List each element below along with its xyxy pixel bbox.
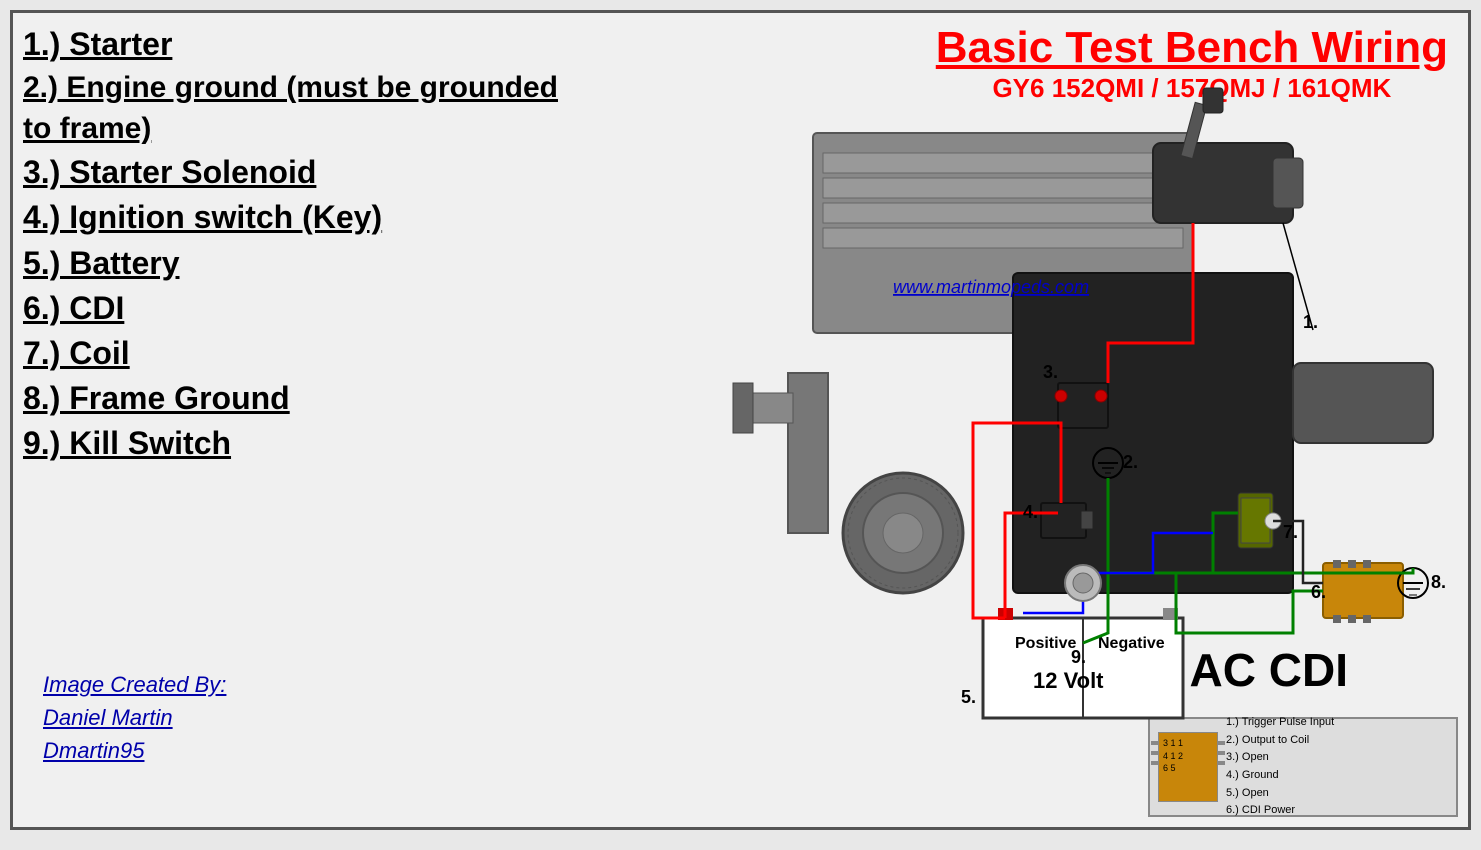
cdi-pin5-label: 5.) Open	[1226, 785, 1334, 803]
cdi-pin2-label: 2.) Output to Coil	[1226, 732, 1334, 750]
list-item-9: 9.) Kill Switch	[23, 422, 583, 465]
pin-right-1	[1217, 741, 1225, 745]
credit-section: Image Created By: Daniel Martin Dmartin9…	[43, 668, 226, 767]
pin-left-3	[1151, 761, 1159, 765]
svg-text:Positive: Positive	[1015, 635, 1076, 652]
pin-left-2	[1151, 751, 1159, 755]
cdi-pin4-label: 4.) Ground	[1226, 767, 1334, 785]
credit-line2: Daniel Martin	[43, 701, 226, 734]
pin-left-1	[1151, 741, 1159, 745]
list-item-5: 5.) Battery	[23, 242, 583, 285]
list-item-1: 1.) Starter	[23, 23, 583, 66]
svg-text:www.martinmopeds.com: www.martinmopeds.com	[893, 277, 1089, 297]
component-list: 1.) Starter 2.) Engine ground (must be g…	[23, 23, 583, 466]
credit-line3: Dmartin95	[43, 734, 226, 767]
svg-text:6.: 6.	[1311, 582, 1326, 602]
wiring-diagram: Positive Negative 12 Volt	[593, 73, 1453, 723]
numbered-list-panel: 1.) Starter 2.) Engine ground (must be g…	[23, 23, 583, 468]
pin-right-2	[1217, 751, 1225, 755]
cdi-legend-box: 3 1 1 4 1 2 6 5 1.) Trigger Pulse Input …	[1148, 717, 1458, 817]
wiring-svg: Positive Negative 12 Volt	[593, 73, 1453, 723]
svg-text:12 Volt: 12 Volt	[1033, 668, 1104, 693]
list-item-8: 8.) Frame Ground	[23, 377, 583, 420]
svg-text:2.: 2.	[1123, 452, 1138, 472]
list-item-2: 2.) Engine ground (must be grounded to f…	[23, 68, 583, 149]
main-title: Basic Test Bench Wiring	[936, 23, 1448, 73]
pin-right-3	[1217, 761, 1225, 765]
list-item-3: 3.) Starter Solenoid	[23, 151, 583, 194]
cdi-pin3-label: 3.) Open	[1226, 749, 1334, 767]
credit-line1: Image Created By:	[43, 668, 226, 701]
svg-text:4.: 4.	[1023, 502, 1038, 522]
list-item-4: 4.) Ignition switch (Key)	[23, 196, 583, 239]
svg-text:3.: 3.	[1043, 362, 1058, 382]
svg-text:7.: 7.	[1283, 522, 1298, 542]
main-container: 1.) Starter 2.) Engine ground (must be g…	[10, 10, 1471, 830]
list-item-7: 7.) Coil	[23, 332, 583, 375]
svg-text:5.: 5.	[961, 687, 976, 707]
list-item-6: 6.) CDI	[23, 287, 583, 330]
svg-text:Negative: Negative	[1098, 635, 1165, 652]
cdi-pin6-label: 6.) CDI Power	[1226, 802, 1334, 820]
svg-text:9.: 9.	[1071, 647, 1086, 667]
svg-text:8.: 8.	[1431, 572, 1446, 592]
cdi-legend-text: 1.) Trigger Pulse Input 2.) Output to Co…	[1226, 714, 1334, 820]
cdi-chip-icon: 3 1 1 4 1 2 6 5	[1158, 732, 1218, 802]
